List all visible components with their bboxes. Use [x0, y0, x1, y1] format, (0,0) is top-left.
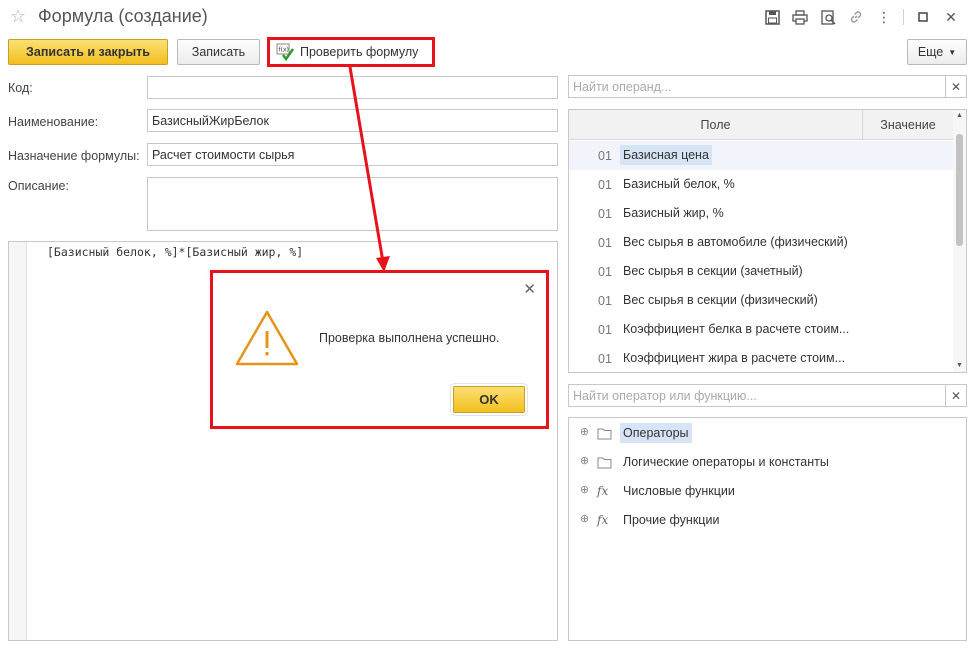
window-title: Формула (создание)	[38, 6, 208, 26]
save-icon[interactable]	[763, 8, 781, 26]
more-button[interactable]: Еще ▼	[907, 39, 967, 65]
expand-icon[interactable]: ⊕	[579, 514, 590, 525]
dialog-highlight	[210, 270, 549, 429]
folder-icon	[597, 428, 612, 440]
row-number: 01	[598, 178, 612, 192]
favorite-star-icon[interactable]: ☆	[10, 6, 26, 27]
save-and-close-button[interactable]: Записать и закрыть	[8, 39, 168, 65]
tree-item-logical[interactable]: ⊕ Логические операторы и константы	[569, 448, 964, 477]
title-bar: ☆ Формула (создание) ⋮ ✕	[0, 0, 974, 34]
tree-item-numeric-functions[interactable]: ⊕ fx Числовые функции	[569, 477, 964, 506]
expand-icon[interactable]: ⊕	[579, 427, 590, 438]
row-number: 01	[598, 352, 612, 366]
operand-table: Поле Значение 01 Базисная цена 01 Базисн…	[568, 109, 967, 373]
operand-search-clear-icon[interactable]: ✕	[946, 75, 967, 98]
row-label: Вес сырья в автомобиле (физический)	[623, 235, 848, 249]
print-icon[interactable]	[791, 8, 809, 26]
row-number: 01	[598, 294, 612, 308]
tree-item-label: Числовые функции	[623, 484, 735, 498]
more-label: Еще	[917, 45, 944, 59]
check-button-highlight	[267, 37, 435, 67]
name-label: Наименование:	[8, 115, 99, 129]
expand-icon[interactable]: ⊕	[579, 456, 590, 467]
column-header-field[interactable]: Поле	[569, 110, 863, 140]
row-label: Базисный белок, %	[623, 177, 735, 191]
row-number: 01	[598, 149, 612, 163]
scroll-down-icon[interactable]: ▼	[953, 360, 966, 372]
purpose-field[interactable]: Расчет стоимости сырья	[147, 143, 558, 166]
row-label: Коэффициент белка в расчете стоим...	[623, 322, 850, 336]
row-label: Вес сырья в секции (физический)	[623, 293, 818, 307]
code-label: Код:	[8, 81, 33, 95]
table-row[interactable]: 01 Коэффициент жира в расчете стоим...	[569, 344, 953, 372]
operator-search-clear-icon[interactable]: ✕	[946, 384, 967, 407]
preview-icon[interactable]	[819, 8, 837, 26]
tree-item-label: Логические операторы и константы	[623, 455, 829, 469]
operand-table-header: Поле Значение	[569, 110, 966, 140]
tree-item-label: Прочие функции	[623, 513, 720, 527]
row-label: Коэффициент жира в расчете стоим...	[623, 351, 846, 365]
tree-item-operators[interactable]: ⊕ Операторы	[569, 419, 964, 448]
row-number: 01	[598, 265, 612, 279]
row-number: 01	[598, 236, 612, 250]
row-number: 01	[598, 323, 612, 337]
editor-gutter	[9, 242, 27, 640]
operator-search-input[interactable]: Найти оператор или функцию...	[568, 384, 946, 407]
operand-scrollbar[interactable]: ▲ ▼	[953, 110, 966, 372]
row-label: Базисный жир, %	[623, 206, 724, 220]
name-field[interactable]: БазисныйЖирБелок	[147, 109, 558, 132]
column-header-value[interactable]: Значение	[863, 110, 953, 140]
purpose-label: Назначение формулы:	[8, 149, 140, 163]
table-row[interactable]: 01 Базисный белок, %	[569, 170, 953, 199]
minimize-icon[interactable]	[914, 8, 932, 26]
row-number: 01	[598, 207, 612, 221]
operand-search-input[interactable]: Найти операнд...	[568, 75, 946, 98]
row-label: Вес сырья в секции (зачетный)	[623, 264, 803, 278]
formula-text: [Базисный белок, %]*[Базисный жир, %]	[47, 245, 304, 259]
tree-item-other-functions[interactable]: ⊕ fx Прочие функции	[569, 506, 964, 535]
description-field[interactable]	[147, 177, 558, 231]
function-icon: fx	[597, 513, 609, 527]
more-vertical-icon[interactable]: ⋮	[875, 8, 893, 26]
save-button[interactable]: Записать	[177, 39, 260, 65]
link-icon[interactable]	[847, 8, 865, 26]
window-controls: ⋮ ✕	[763, 8, 960, 26]
scroll-thumb[interactable]	[956, 134, 963, 246]
scroll-up-icon[interactable]: ▲	[953, 110, 966, 122]
expand-icon[interactable]: ⊕	[579, 485, 590, 496]
table-row[interactable]: 01 Вес сырья в автомобиле (физический)	[569, 228, 953, 257]
table-row[interactable]: 01 Коэффициент белка в расчете стоим...	[569, 315, 953, 344]
function-icon: fx	[597, 484, 609, 498]
tree-item-label: Операторы	[620, 423, 692, 443]
table-row[interactable]: 01 Вес сырья в секции (зачетный)	[569, 257, 953, 286]
table-row[interactable]: 01 Вес сырья в секции (физический)	[569, 286, 953, 315]
table-row[interactable]: 01 Базисная цена	[569, 141, 953, 170]
row-label: Базисная цена	[620, 145, 712, 165]
operator-tree: ⊕ Операторы ⊕ Логические операторы и кон…	[568, 417, 967, 641]
code-field[interactable]	[147, 76, 558, 99]
dropdown-arrow-icon: ▼	[948, 47, 957, 57]
separator	[903, 9, 904, 25]
description-label: Описание:	[8, 179, 69, 193]
folder-icon	[597, 457, 612, 469]
table-row[interactable]: 01 Базисный жир, %	[569, 199, 953, 228]
close-icon[interactable]: ✕	[942, 8, 960, 26]
